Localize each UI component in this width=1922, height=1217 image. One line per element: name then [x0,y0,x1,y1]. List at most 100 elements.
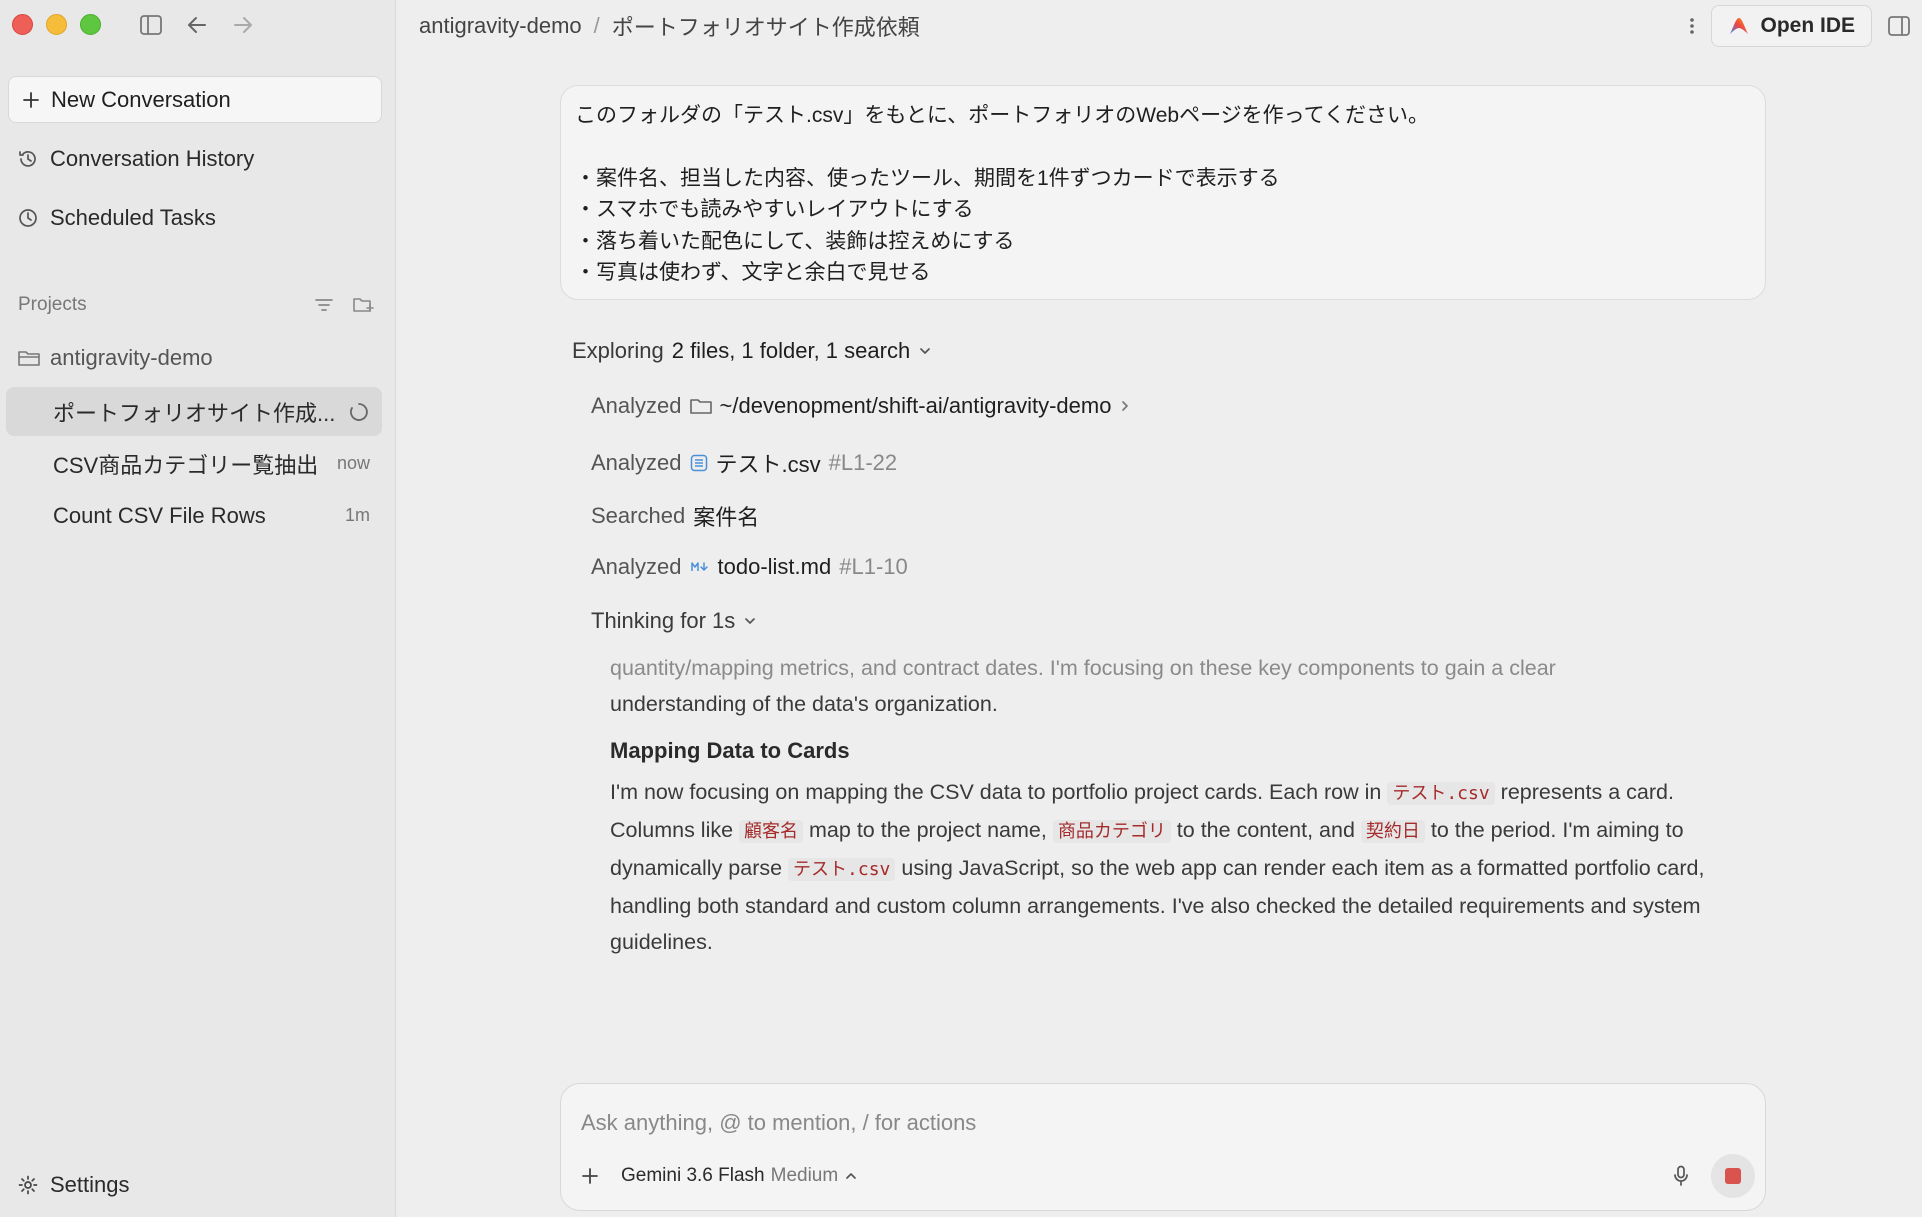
step-verb: Analyzed [591,554,682,579]
conversation-item[interactable]: Count CSV File Rows 1m [6,491,382,540]
history-icon [18,149,38,169]
step-line-range: #L1-22 [828,450,898,475]
panel-toggle-icon[interactable] [1888,16,1910,36]
step-target: todo-list.md [717,554,832,579]
user-message-bubble: このフォルダの「テスト.csv」をもとに、ポートフォリオのWebページを作ってく… [560,85,1766,300]
thought-heading: Mapping Data to Cards [610,738,850,763]
inline-code: 商品カテゴリ [1052,820,1171,843]
folder-icon [18,349,40,367]
inline-code: 顧客名 [739,820,804,843]
model-name: Gemini 3.6 Flash [621,1165,765,1186]
inline-code: テスト.csv [1387,782,1495,805]
table-icon [690,454,708,472]
conversation-time: now [336,453,370,473]
composer-toolbar: Gemini 3.6 Flash Medium [581,1154,1755,1198]
stop-icon [1725,1168,1741,1184]
window-controls [12,14,101,35]
project-name: antigravity-demo [50,345,213,370]
inline-code: 契約日 [1360,820,1425,843]
step-line-range: #L1-10 [839,554,908,579]
breadcrumb-project[interactable]: antigravity-demo [419,13,582,39]
thought-paragraph: I'm now focusing on mapping the CSV data… [610,774,1760,960]
gear-icon [18,1175,38,1195]
clock-icon [18,208,38,228]
exploring-toggle[interactable]: Exploring 2 files, 1 folder, 1 search [572,338,932,364]
chevron-up-icon [844,1171,858,1181]
project-folder[interactable]: antigravity-demo [18,345,213,371]
sidebar-toggle-icon[interactable] [138,12,164,38]
message-line: ・案件名、担当した内容、使ったツール、期間を1件ずつカードで表示する [575,166,1280,190]
sidebar-item-label: Conversation History [50,146,255,171]
step-target: ~/devenopment/shift-ai/antigravity-demo [719,393,1112,418]
step-analyzed-markdown[interactable]: Analyzed todo-list.md #L1-10 [591,554,908,580]
filter-icon[interactable] [314,297,334,313]
thought-line: understanding of the data's organization… [610,692,998,716]
step-verb: Analyzed [591,450,682,475]
step-analyzed-csv[interactable]: Analyzed テスト.csv #L1-22 [591,447,897,479]
plus-icon [23,91,39,108]
thinking-content: quantity/mapping metrics, and contract d… [610,650,1760,960]
top-bar: antigravity-demo / ポートフォリオサイト作成依頼 Open I… [397,0,1922,52]
close-window-button[interactable] [12,14,33,35]
conversation-title: Count CSV File Rows [53,502,266,528]
composer-actions [1673,1154,1755,1198]
step-verb: Searched [591,503,686,528]
message-line [575,132,1751,163]
conversation-item-active[interactable]: ポートフォリオサイト作成... [6,387,382,436]
settings-label: Settings [50,1172,130,1197]
step-verb: Analyzed [591,393,682,418]
message-composer[interactable]: Ask anything, @ to mention, / for action… [560,1083,1766,1211]
minimize-window-button[interactable] [46,14,67,35]
forward-arrow-icon[interactable] [230,12,256,38]
new-conversation-label: New Conversation [51,86,231,112]
text-run: I'm now focusing on mapping the CSV data… [610,780,1388,804]
model-level: Medium [770,1165,839,1186]
zoom-window-button[interactable] [80,14,101,35]
conversation-time: 1m [344,505,370,525]
message-line: ・スマホでも読みやすいレイアウトにする [575,198,974,221]
text-run: map to the project name, [803,818,1053,842]
model-selector[interactable]: Gemini 3.6 Flash Medium [621,1165,858,1187]
thinking-label: Thinking for 1s [591,608,736,633]
loading-spinner-icon [348,401,370,423]
projects-label: Projects [18,294,87,315]
exploring-prefix: Exploring [572,338,664,363]
back-arrow-icon[interactable] [184,12,210,38]
thought-faded-line: quantity/mapping metrics, and contract d… [610,656,1556,680]
sidebar: New Conversation Conversation History Sc… [0,0,396,1217]
add-attachment-icon[interactable] [581,1167,599,1185]
chevron-down-icon [743,616,757,626]
conversation-item[interactable]: CSV商品カテゴリー覧抽出 now [6,439,382,488]
more-options-icon[interactable] [1689,16,1695,36]
settings-button[interactable]: Settings [18,1172,130,1198]
chevron-right-icon [1119,399,1131,413]
step-analyzed-folder[interactable]: Analyzed ~/devenopment/shift-ai/antigrav… [591,393,1131,419]
chevron-down-icon [918,346,932,356]
antigravity-logo-icon [1728,16,1750,36]
top-right-actions: Open IDE [1689,5,1910,47]
composer-input[interactable]: Ask anything, @ to mention, / for action… [581,1110,976,1136]
window-toolbar [138,12,256,38]
stop-generation-button[interactable] [1711,1154,1755,1198]
conversation-title: CSV商品カテゴリー覧抽出 [53,452,319,478]
step-target: テスト.csv [715,452,821,477]
markdown-icon [690,560,710,574]
microphone-icon[interactable] [1673,1165,1689,1187]
open-ide-label: Open IDE [1760,14,1855,37]
folder-icon [689,397,712,415]
open-ide-button[interactable]: Open IDE [1711,5,1872,47]
message-line: ・写真は使わず、文字と余白で見せる [575,261,931,284]
message-line: このフォルダの「テスト.csv」をもとに、ポートフォリオのWebページを作ってく… [575,104,1429,127]
sidebar-item-conversation-history[interactable]: Conversation History [18,146,254,172]
new-conversation-button[interactable]: New Conversation [8,76,382,123]
message-line: ・落ち着いた配色にして、装飾は控えめにする [575,229,1015,253]
breadcrumb-separator: / [593,13,600,38]
sidebar-item-label: Scheduled Tasks [50,205,216,230]
step-searched[interactable]: Searched 案件名 [591,500,759,532]
text-run: to the content, and [1170,818,1361,842]
breadcrumb-title: ポートフォリオサイト作成依頼 [611,15,920,40]
step-target: 案件名 [693,505,760,530]
sidebar-item-scheduled-tasks[interactable]: Scheduled Tasks [18,205,216,231]
new-folder-icon[interactable] [352,296,374,314]
thinking-toggle[interactable]: Thinking for 1s [591,608,757,634]
